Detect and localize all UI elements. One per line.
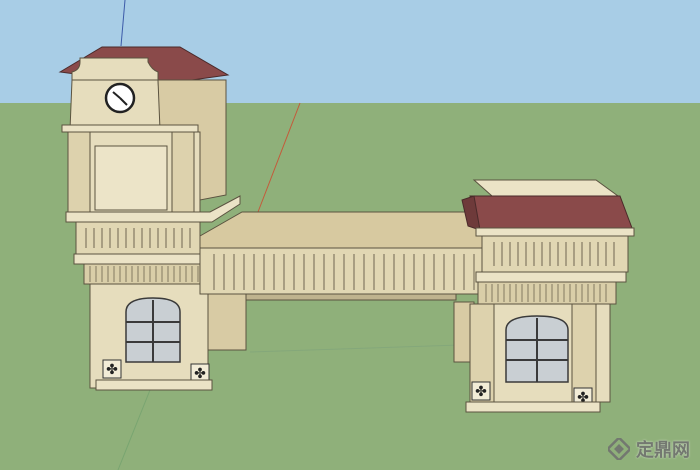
sketchup-viewport[interactable]: ✤ ✤ ✤ ✤ 定鼎网 bbox=[0, 0, 700, 470]
right-band bbox=[475, 271, 627, 283]
left-plinth bbox=[95, 379, 213, 391]
right-ornament-1-glyph: ✤ bbox=[475, 384, 487, 400]
right-dentil-lines bbox=[485, 284, 607, 302]
clock-gable bbox=[71, 57, 159, 81]
bridge-roof bbox=[199, 211, 485, 249]
left-panel-recess bbox=[94, 145, 168, 211]
right-tower[interactable]: ✤ ✤ bbox=[453, 179, 635, 413]
left-ornament-1-glyph: ✤ bbox=[106, 362, 118, 378]
bridge-soffit bbox=[245, 293, 457, 301]
dingding-logo-icon bbox=[608, 438, 630, 460]
right-plinth bbox=[465, 401, 601, 413]
right-roof bbox=[469, 195, 633, 231]
left-tower-cornice bbox=[61, 124, 199, 133]
right-dentil bbox=[477, 281, 617, 305]
bridge-fascia bbox=[199, 247, 485, 295]
left-pilaster-2 bbox=[171, 131, 195, 213]
right-pilaster-2 bbox=[571, 303, 597, 403]
right-roof-top bbox=[472, 179, 620, 197]
watermark-text: 定鼎网 bbox=[636, 440, 690, 461]
left-band bbox=[73, 253, 207, 265]
left-frieze bbox=[75, 221, 201, 255]
model-scene[interactable]: ✤ ✤ ✤ ✤ bbox=[0, 0, 700, 470]
right-cornice bbox=[475, 227, 635, 237]
watermark: 定鼎网 bbox=[608, 436, 690, 462]
bridge-span[interactable] bbox=[199, 211, 485, 301]
left-pilaster-1 bbox=[67, 131, 91, 213]
